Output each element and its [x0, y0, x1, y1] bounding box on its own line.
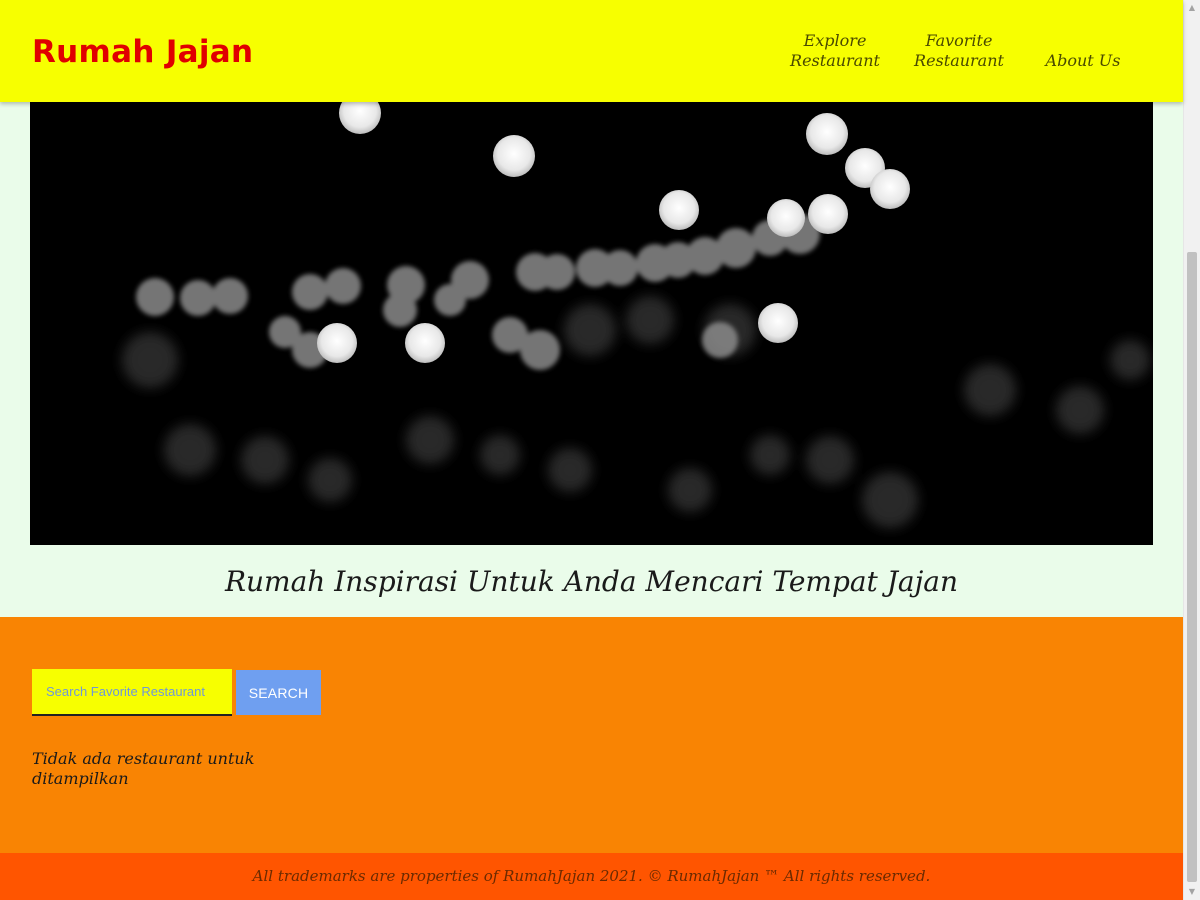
footer-text: All trademarks are properties of RumahJa… — [252, 867, 931, 885]
hero-tagline: Rumah Inspirasi Untuk Anda Mencari Tempa… — [224, 565, 959, 598]
nav-explore-line1: Explore — [803, 31, 867, 50]
hero-image — [30, 60, 1153, 545]
page: Rumah Jajan Explore Restaurant Favorite … — [0, 0, 1183, 900]
scrollbar-thumb[interactable] — [1187, 252, 1197, 882]
main-content: SEARCH Tidak ada restaurant untuk ditamp… — [0, 617, 1183, 853]
search-input[interactable] — [32, 669, 232, 716]
nav-explore-line2: Restaurant — [790, 51, 880, 70]
footer: All trademarks are properties of RumahJa… — [0, 853, 1183, 900]
arrow-down-icon[interactable]: ▼ — [1184, 884, 1200, 900]
bokeh-lights-image — [30, 60, 1153, 545]
nav-favorite-line2: Restaurant — [914, 51, 1004, 70]
nav-explore-restaurant[interactable]: Explore Restaurant — [780, 31, 890, 71]
nav-about-us[interactable]: About Us — [1028, 51, 1138, 71]
arrow-up-icon[interactable]: ▲ — [1184, 0, 1200, 16]
app-header: Rumah Jajan Explore Restaurant Favorite … — [0, 0, 1183, 102]
vertical-scrollbar[interactable]: ▲ ▼ — [1183, 0, 1200, 900]
search-button[interactable]: SEARCH — [236, 670, 321, 715]
nav-favorite-restaurant[interactable]: Favorite Restaurant — [904, 31, 1014, 71]
nav-favorite-line1: Favorite — [925, 31, 993, 50]
empty-results-message: Tidak ada restaurant untuk ditampilkan — [32, 749, 255, 788]
brand-logo[interactable]: Rumah Jajan — [32, 30, 253, 74]
